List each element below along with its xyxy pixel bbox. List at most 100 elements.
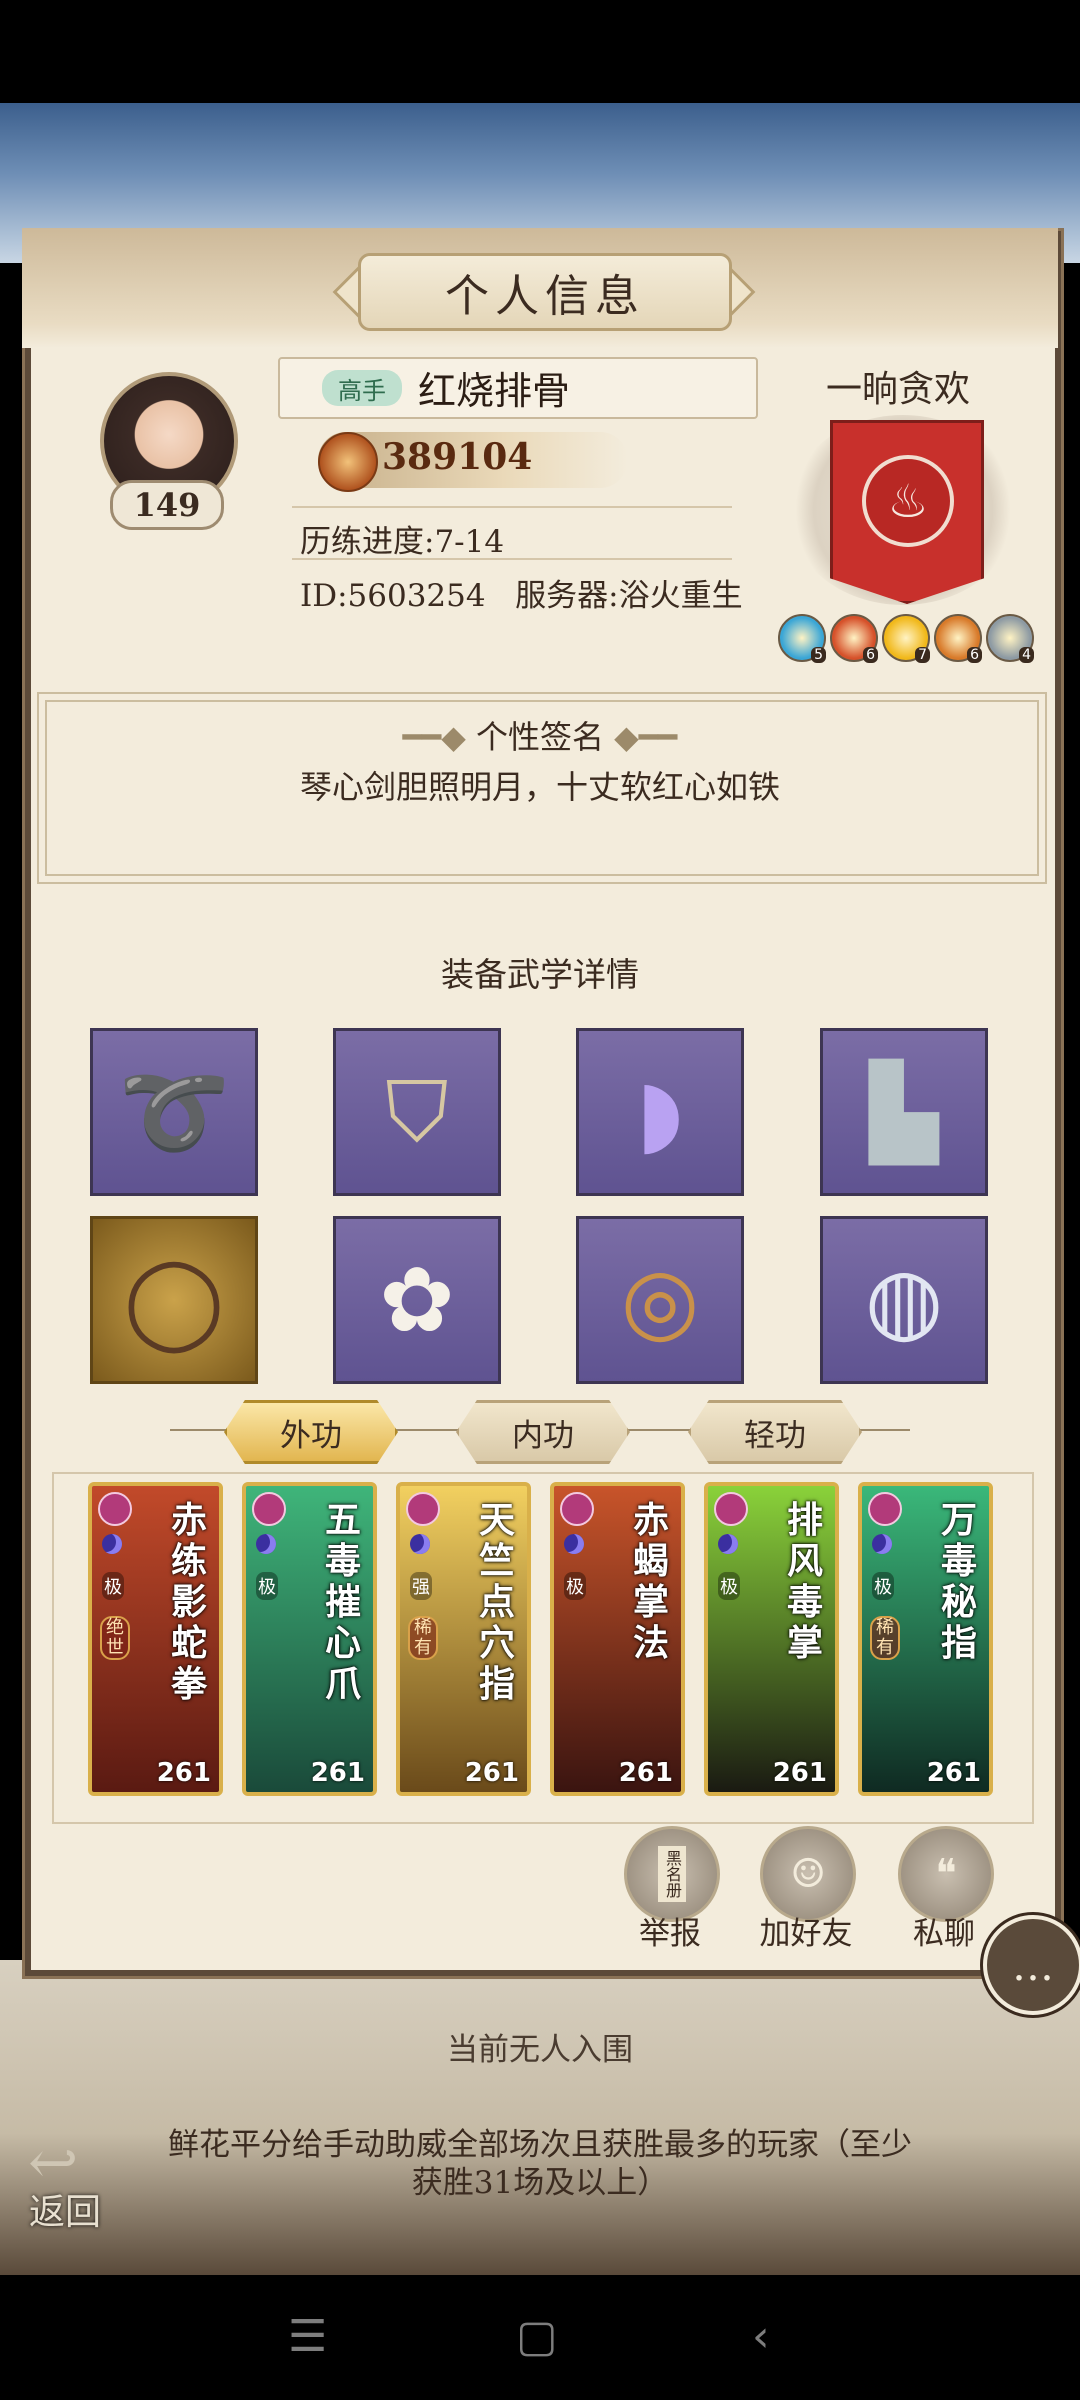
tab-external-skill[interactable]: 外功 [224, 1400, 398, 1464]
empty-ranking-text: 当前无人入围 [447, 2032, 633, 2068]
skill-rarity: 极 [564, 1572, 586, 1600]
skill-rarity: 极 [102, 1572, 124, 1600]
skill-level: 261 [926, 1758, 981, 1788]
boots-slot[interactable]: ▙ [820, 1028, 988, 1196]
chat-bubbles-icon: ❝ [935, 1851, 957, 1897]
home-nav-icon[interactable]: ▢ [516, 2311, 558, 2362]
boots-icon: ▙ [869, 1059, 939, 1165]
hairpin-slot[interactable]: ✿ [333, 1216, 501, 1384]
belt-icon: ◗ [636, 1059, 684, 1165]
skill-rarity: 极 [718, 1572, 740, 1600]
back-button[interactable]: 返回 [10, 2130, 120, 2235]
bracelet-icon: ◯ [123, 1247, 225, 1353]
wind-element-icon: 5 [778, 614, 826, 663]
lower-background [0, 1960, 1080, 2275]
armor-slot[interactable]: ⛉ [333, 1028, 501, 1196]
bracelet-slot[interactable]: ◯ [90, 1216, 258, 1384]
back-label: 返回 [28, 2192, 101, 2233]
skill-rarity: 强 [410, 1572, 432, 1600]
tab-internal-skill[interactable]: 内功 [456, 1400, 630, 1464]
skill-card[interactable]: 极 赤蝎掌法 261 [550, 1482, 685, 1796]
fire-element-icon: 6 [830, 614, 878, 663]
system-nav-bar: ☰ ▢ ‹ [0, 2275, 1080, 2400]
tab-lightness-skill[interactable]: 轻功 [688, 1400, 862, 1464]
skill-name: 排风毒掌 [786, 1499, 823, 1664]
guild-name: 一晌贪欢 [826, 369, 971, 410]
moon-icon [256, 1534, 276, 1554]
skill-name: 五毒摧心爪 [324, 1499, 361, 1705]
add-friend-icon: ☺ [790, 1851, 826, 1897]
skill-name: 赤蝎掌法 [632, 1499, 669, 1664]
skill-level: 261 [772, 1758, 827, 1788]
back-nav-icon[interactable]: ‹ [752, 2311, 770, 2362]
flame-emblem-icon: ♨ [862, 455, 954, 547]
skill-rarity: 极 [256, 1572, 278, 1600]
moon-icon [102, 1534, 122, 1554]
level-badge: 149 [110, 480, 224, 530]
skill-tag: 绝世 [100, 1616, 130, 1660]
gem-icon [98, 1492, 132, 1526]
signature-title: ━━◆ 个性签名 ◆━━ [402, 718, 678, 756]
gem-icon [252, 1492, 286, 1526]
skill-level: 261 [310, 1758, 365, 1788]
belt-slot[interactable]: ◗ [576, 1028, 744, 1196]
moon-icon [718, 1534, 738, 1554]
sun-element-icon: 7 [882, 614, 930, 663]
moon-icon [410, 1534, 430, 1554]
report-label: 举报 [639, 1916, 701, 1952]
skill-rarity: 极 [872, 1572, 894, 1600]
skill-card[interactable]: 强稀有 天竺点穴指 261 [396, 1482, 531, 1796]
skill-level: 261 [156, 1758, 211, 1788]
blacklist-book-icon: 黑名册 [658, 1846, 686, 1902]
skill-name: 万毒秘指 [940, 1499, 977, 1664]
moon-icon [872, 1534, 892, 1554]
whip-weapon-slot[interactable]: ➰ [90, 1028, 258, 1196]
gem-icon [560, 1492, 594, 1526]
skill-level: 261 [618, 1758, 673, 1788]
element-count: 4 [1019, 647, 1034, 663]
divider [292, 558, 732, 560]
rank-tag: 高手 [322, 370, 402, 406]
skill-level: 261 [464, 1758, 519, 1788]
skill-card[interactable]: 极稀有 万毒秘指 261 [858, 1482, 993, 1796]
menu-nav-icon[interactable]: ☰ [288, 2311, 327, 2362]
skill-card[interactable]: 极 排风毒掌 261 [704, 1482, 839, 1796]
metal-element-icon: 4 [986, 614, 1034, 663]
id-server-text: ID:5603254 服务器:浴火重生 [300, 578, 743, 614]
signature-text: 琴心剑胆照明月，十丈软红心如铁 [299, 768, 780, 806]
jade-ring-slot[interactable]: ◍ [820, 1216, 988, 1384]
divider [292, 506, 732, 508]
floating-chat-button[interactable]: … [983, 1915, 1080, 2015]
gem-icon [868, 1492, 902, 1526]
add-friend-label: 加好友 [759, 1916, 853, 1952]
skill-name: 天竺点穴指 [478, 1499, 515, 1705]
page-title: 个人信息 [358, 253, 732, 331]
gem-icon [406, 1492, 440, 1526]
robe-icon: ⛉ [385, 1062, 449, 1161]
moon-icon [564, 1534, 584, 1554]
gold-ring-icon: ◎ [620, 1247, 700, 1353]
signature-title-label: 个性签名 [475, 718, 604, 756]
element-count: 7 [915, 647, 930, 663]
skill-tag: 稀有 [870, 1616, 900, 1660]
ring-slot[interactable]: ◎ [576, 1216, 744, 1384]
equipment-title: 装备武学详情 [441, 955, 639, 994]
element-count: 6 [967, 647, 982, 663]
element-count: 6 [863, 647, 878, 663]
gem-icon [714, 1492, 748, 1526]
player-name: 红烧排骨 [418, 369, 571, 413]
skill-card[interactable]: 极绝世 赤练影蛇拳 261 [88, 1482, 223, 1796]
skill-name: 赤练影蛇拳 [170, 1499, 207, 1705]
progress-text: 历练进度:7-14 [300, 524, 505, 560]
power-icon [318, 432, 378, 492]
element-count: 5 [811, 647, 826, 663]
skill-tag: 稀有 [408, 1616, 438, 1660]
chat-icon: … [1012, 1940, 1054, 1990]
jade-ring-icon: ◍ [864, 1247, 944, 1353]
skill-card[interactable]: 极 五毒摧心爪 261 [242, 1482, 377, 1796]
flower-rule-note: 鲜花平分给手动助威全部场次且获胜最多的玩家（至少获胜31场及以上） [168, 2127, 912, 2201]
whip-icon: ➰ [117, 1059, 231, 1165]
flower-hairpin-icon: ✿ [379, 1247, 455, 1353]
power-value: 389104 [382, 436, 533, 478]
flame-element-icon: 6 [934, 614, 982, 663]
